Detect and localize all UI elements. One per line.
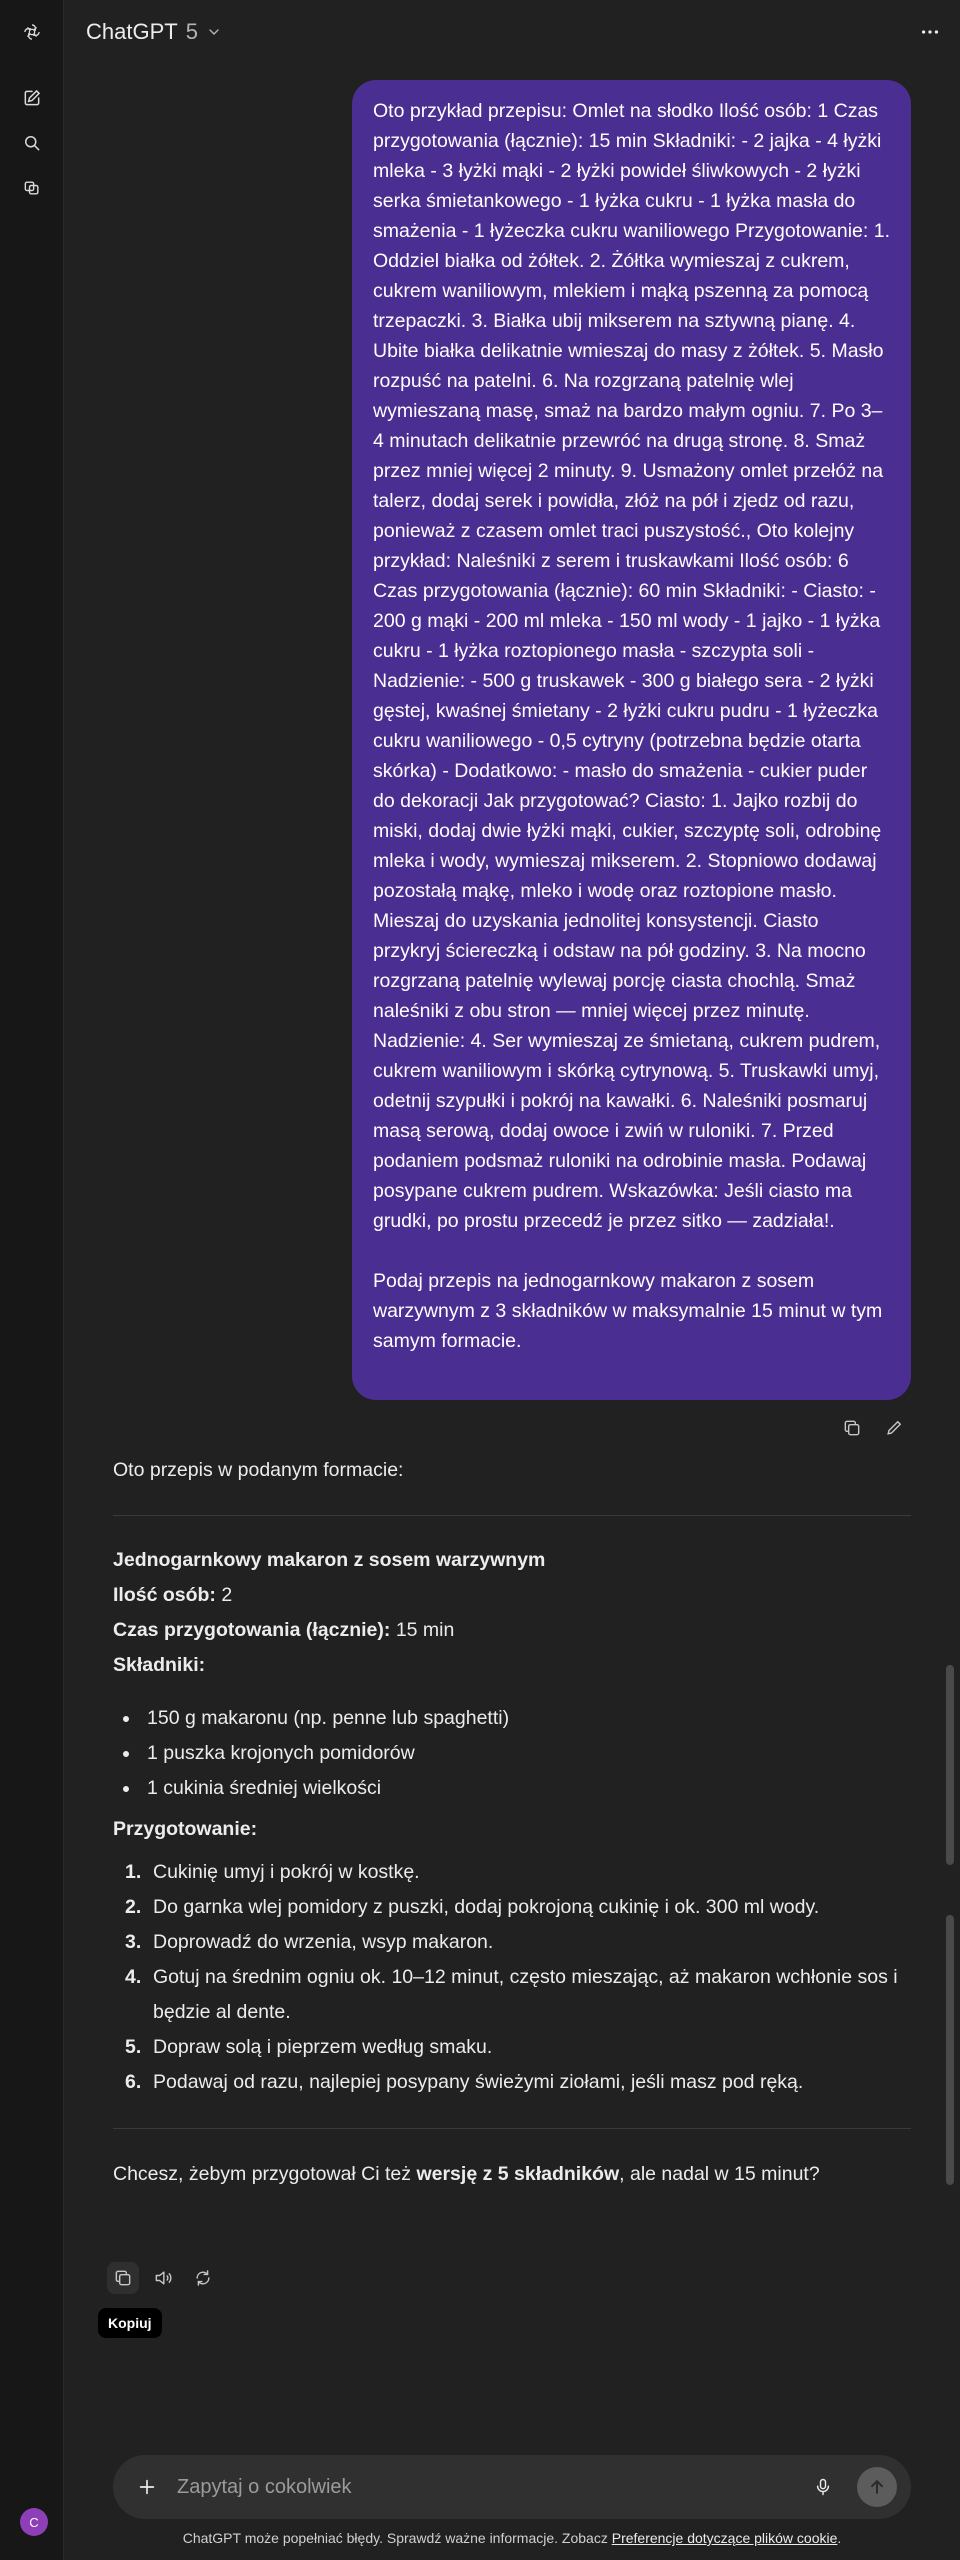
disclaimer-end: . (837, 2530, 842, 2546)
step-text: Podawaj od razu, najlepiej posypany świe… (153, 2071, 804, 2093)
user-message-actions (836, 1412, 910, 1444)
cookie-preferences-link[interactable]: Preferencje dotyczące plików cookie (612, 2530, 838, 2546)
footer-disclaimer: ChatGPT może popełniać błędy. Sprawdź wa… (64, 2530, 960, 2546)
list-item: 5. Dopraw solą i pieprzem według smaku. (113, 2030, 911, 2065)
openai-logo-icon[interactable] (16, 16, 48, 48)
avatar[interactable]: C (20, 2508, 48, 2536)
list-item: 1. Cukinię umyj i pokrój w kostkę. (113, 1855, 911, 1890)
microphone-icon[interactable] (807, 2471, 839, 2503)
ingredients-heading: Składniki: (113, 1654, 206, 1676)
step-text: Do garnka wlej pomidory z puszki, dodaj … (153, 1896, 820, 1918)
copy-icon[interactable] (836, 1412, 868, 1444)
steps-list: 1. Cukinię umyj i pokrój w kostkę. 2. Do g… (113, 1855, 911, 2100)
servings-line: Ilość osób: 2 (113, 1578, 911, 1613)
list-item: 1 puszka krojonych pomidorów (141, 1736, 911, 1771)
step-number: 6. (125, 2071, 142, 2093)
new-chat-icon[interactable] (16, 82, 48, 114)
edit-icon[interactable] (878, 1412, 910, 1444)
list-item: 3. Doprowadź do wrzenia, wsyp makaron. (113, 1925, 911, 1960)
followup-question: Chcesz, żebym przygotował Ci też wersję … (113, 2157, 911, 2192)
steps-heading: Przygotowanie: (113, 1818, 258, 1840)
composer (113, 2455, 911, 2519)
user-message: Oto przykład przepisu: Omlet na słodko I… (352, 80, 911, 1400)
recipe-title: Jednogarnkowy makaron z sosem warzywnym (113, 1549, 546, 1571)
step-text: Gotuj na średnim ogniu ok. 10–12 minut, … (153, 1966, 898, 2023)
speaker-icon[interactable] (147, 2262, 179, 2294)
disclaimer-text: ChatGPT może popełniać błędy. Sprawdź wa… (182, 2530, 612, 2546)
step-number: 1. (125, 1861, 142, 1883)
step-number: 4. (125, 1966, 142, 1988)
scrollbar-thumb-secondary[interactable] (946, 1915, 954, 2185)
list-item: 1 cukinia średniej wielkości (141, 1771, 911, 1806)
assistant-intro: Oto przepis w podanym formacie: (113, 1459, 404, 1481)
list-item: 6. Podawaj od razu, najlepiej posypany św… (113, 2065, 911, 2100)
time-value: 15 min (395, 1619, 455, 1641)
step-text: Cukinię umyj i pokrój w kostkę. (153, 1861, 420, 1883)
followup-text-end: , ale nadal w 15 minut? (619, 2163, 820, 2185)
divider (113, 2128, 911, 2129)
send-arrow-icon[interactable] (857, 2467, 897, 2507)
model-version: 5 (185, 19, 198, 44)
list-item: 4. Gotuj na średnim ogniu ok. 10–12 minut… (113, 1960, 911, 2030)
app-name: ChatGPT (86, 19, 178, 44)
time-label: Czas przygotowania (łącznie): (113, 1619, 391, 1641)
model-selector[interactable]: ChatGPT 5 (86, 19, 222, 45)
prompt-input[interactable] (177, 2469, 797, 2505)
scrollbar-thumb[interactable] (946, 1665, 954, 1865)
followup-text: Chcesz, żebym przygotował Ci też (113, 2163, 417, 2185)
ellipsis-icon[interactable] (914, 16, 946, 48)
top-bar: ChatGPT 5 (64, 0, 960, 64)
copy-tooltip: Kopiuj (98, 2308, 162, 2338)
chevron-down-icon (209, 29, 219, 35)
copy-icon[interactable] (107, 2262, 139, 2294)
servings-value: 2 (221, 1584, 233, 1606)
step-number: 5. (125, 2036, 142, 2058)
sidebar-rail: C (0, 0, 64, 2560)
time-line: Czas przygotowania (łącznie): 15 min (113, 1613, 911, 1648)
list-item: 150 g makaronu (np. penne lub spaghetti) (141, 1701, 911, 1736)
regenerate-icon[interactable] (187, 2262, 219, 2294)
step-number: 3. (125, 1931, 142, 1953)
search-icon[interactable] (16, 127, 48, 159)
assistant-message: Oto przepis w podanym formacie: Jednogar… (113, 1453, 911, 2192)
divider (113, 1515, 911, 1516)
plus-icon[interactable] (131, 2471, 163, 2503)
servings-label: Ilość osób: (113, 1584, 216, 1606)
library-icon[interactable] (16, 172, 48, 204)
step-text: Doprowadź do wrzenia, wsyp makaron. (153, 1931, 494, 1953)
step-text: Dopraw solą i pieprzem według smaku. (153, 2036, 493, 2058)
assistant-message-actions (107, 2262, 219, 2294)
followup-bold: wersję z 5 składników (416, 2163, 620, 2185)
step-number: 2. (125, 1896, 142, 1918)
list-item: 2. Do garnka wlej pomidory z puszki, doda… (113, 1890, 911, 1925)
ingredients-list: 150 g makaronu (np. penne lub spaghetti)… (113, 1701, 911, 1806)
